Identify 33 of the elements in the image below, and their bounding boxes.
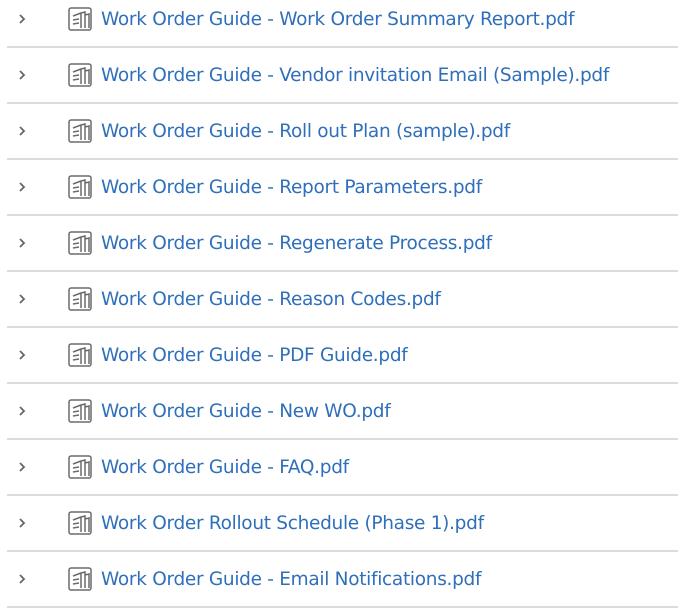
chevron-icon[interactable] xyxy=(18,517,26,529)
file-link[interactable]: Work Order Guide - Vendor invitation Email (Sample).pdf xyxy=(101,64,610,86)
document-icon xyxy=(68,399,92,423)
document-icon xyxy=(68,175,92,199)
file-link[interactable]: Work Order Guide - Work Order Summary Report.pdf xyxy=(101,8,574,30)
chevron-icon[interactable] xyxy=(18,573,26,585)
chevron-icon[interactable] xyxy=(18,237,26,249)
chevron-icon[interactable] xyxy=(18,125,26,137)
file-link[interactable]: Work Order Guide - Report Parameters.pdf xyxy=(101,176,482,198)
chevron-icon[interactable] xyxy=(18,13,26,25)
chevron-icon[interactable] xyxy=(18,293,26,305)
document-icon xyxy=(68,119,92,143)
document-icon xyxy=(68,455,92,479)
document-icon xyxy=(68,567,92,591)
file-link[interactable]: Work Order Guide - FAQ.pdf xyxy=(101,456,349,478)
file-link[interactable]: Work Order Guide - Email Notifications.pdf xyxy=(101,568,482,590)
file-link[interactable]: Work Order Guide - Reason Codes.pdf xyxy=(101,288,441,310)
document-icon xyxy=(68,343,92,367)
chevron-icon[interactable] xyxy=(18,405,26,417)
document-icon xyxy=(68,7,92,31)
document-icon xyxy=(68,287,92,311)
file-link[interactable]: Work Order Guide - New WO.pdf xyxy=(101,400,390,422)
document-icon xyxy=(68,63,92,87)
chevron-icon[interactable] xyxy=(18,181,26,193)
chevron-icon[interactable] xyxy=(18,69,26,81)
file-link[interactable]: Work Order Guide - Roll out Plan (sample).pdf xyxy=(101,120,510,142)
file-link[interactable]: Work Order Rollout Schedule (Phase 1).pdf xyxy=(101,512,484,534)
chevron-icon[interactable] xyxy=(18,349,26,361)
document-icon xyxy=(68,511,92,535)
chevron-icon[interactable] xyxy=(18,461,26,473)
document-icon xyxy=(68,231,92,255)
file-link[interactable]: Work Order Guide - Regenerate Process.pdf xyxy=(101,232,492,254)
file-link[interactable]: Work Order Guide - PDF Guide.pdf xyxy=(101,344,408,366)
